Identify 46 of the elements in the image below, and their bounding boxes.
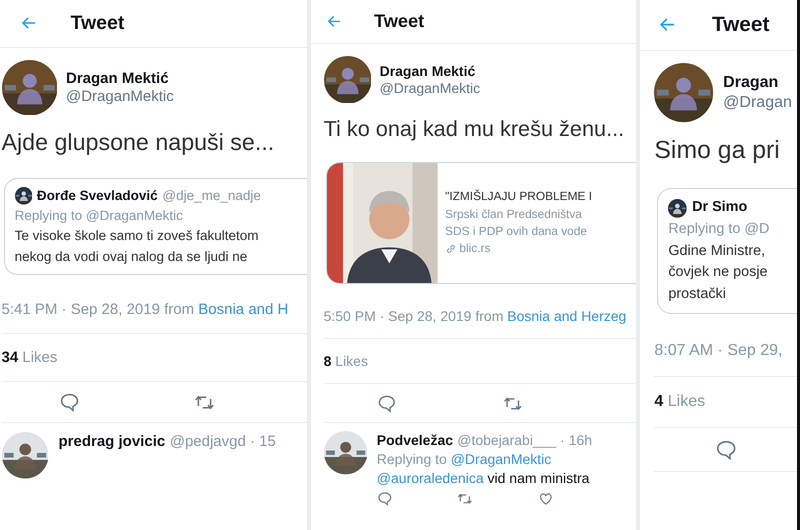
link-title: "IZMIŠLJAJU PROBLEME I [445,188,592,206]
quoted-author-handle: @dje_me_nadje [162,186,261,205]
quoted-text-line: nekog da vodi ovaj nalog da se ljudi ne [14,248,248,266]
page-title: Tweet [374,11,424,32]
author-name[interactable]: Dragan [723,74,792,92]
quoted-author-name: Dr Simo [692,198,748,218]
reply-author-handle: @tobejarabi___ · 16h [457,431,592,450]
quoted-text-line: čovjek ne posje [668,263,769,282]
reply-author-handle: @pedjavgd · 15 [170,432,276,452]
quoted-text-line: prostački [668,284,727,304]
reply-context: Replying to @DraganMektic [14,207,184,226]
quoted-tweet[interactable]: Dr Simo Replying to @D Gdine Ministre, čovjek ne posje prostački [657,188,797,314]
author-handle[interactable]: @DraganMektic [66,88,174,105]
author-name[interactable]: Dragan Mektić [66,70,174,86]
link-card[interactable]: "IZMIŠLJAJU PROBLEME I Srpski član Predsedništva SDS i PDP ovih dana vode blic.rs [326,162,636,284]
comment-icon[interactable] [58,392,80,414]
reply-context: Replying to @D [668,220,770,239]
link-description-line: SDS i PDP ovih dana vode [445,222,588,240]
comment-icon[interactable] [715,438,738,462]
comment-icon[interactable] [376,491,392,507]
likes-count[interactable]: 4 Likes [654,376,797,428]
reply-text: @auroraledenica vid nam ministra [376,468,590,488]
likes-count[interactable]: 8 Likes [324,338,636,384]
page-title: Tweet [712,12,770,37]
reply-context: Replying to @DraganMektic [376,450,552,469]
link-icon [445,242,457,255]
author-handle[interactable]: @Dragan [723,94,792,112]
tweet-timestamp: 8:07 AM · Sep 29, [654,342,797,377]
quoted-tweet[interactable]: Đorđe Svevladović @dje_me_nadje Replying to @DraganMektic Te visoke škole samo ti zoveš fakultetom nekog da vodi ovaj nalog da se ljudi ne [4,178,307,276]
quoted-author-name: Đorđe Svevladović [36,186,158,205]
link-description-line: Srpski član Predsedništva [445,206,583,223]
page-title: Tweet [70,12,124,35]
tweet-timestamp: 5:41 PM · Sep 28, 2019 from Bosnia and H [2,300,307,334]
heart-icon[interactable] [538,491,554,507]
tweet-text: Ti ko onaj kad mu krešu ženu... [324,116,626,142]
quoted-text-line: Gdine Ministre, [668,242,766,261]
tweet-text: Simo ga pri [654,137,781,166]
comment-icon[interactable] [376,394,396,414]
author-name[interactable]: Dragan Mektić [380,62,480,79]
quoted-text-line: Te visoke škole samo ti zoveš fakultetom [14,227,260,246]
tweet-timestamp: 5:50 PM · Sep 28, 2019 from Bosnia and Herzeg [324,308,636,339]
reply-author-name[interactable]: predrag jovicic [58,432,166,453]
author-handle[interactable]: @DraganMektic [380,80,480,96]
tweet-text: Ajde glupsone napuši se... [2,128,276,156]
likes-count[interactable]: 34 Likes [2,334,307,382]
reply-author-name[interactable]: Podveležac [376,431,454,450]
